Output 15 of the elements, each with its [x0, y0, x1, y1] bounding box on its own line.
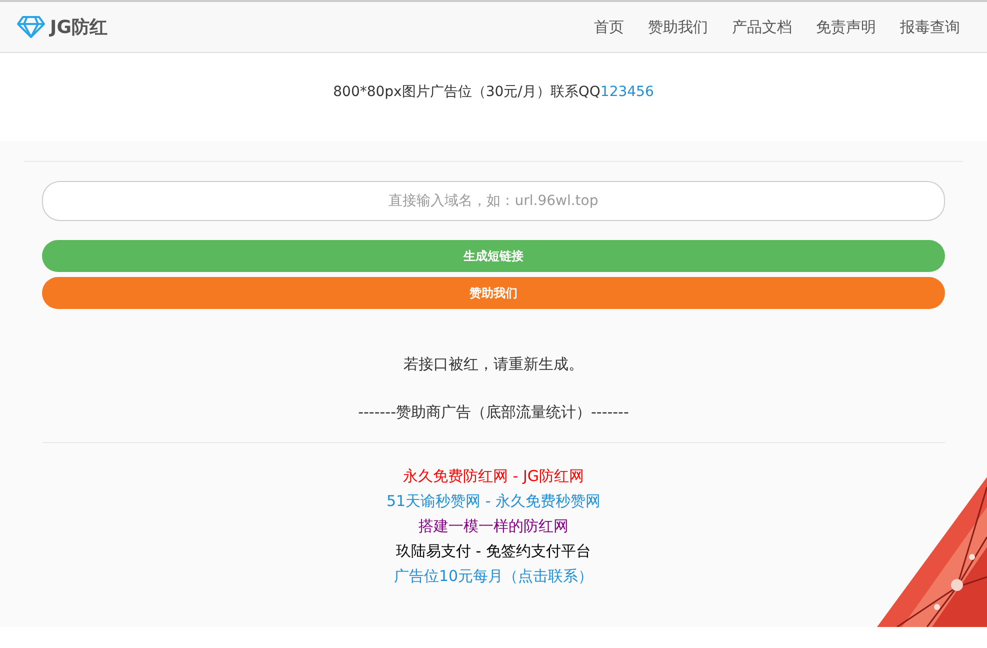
notice-text: 若接口被红，请重新生成。	[402, 355, 584, 374]
sponsor-heading: -------赞助商广告（底部流量统计）-------	[42, 403, 945, 443]
sponsor-link[interactable]: 搭建一模一样的防红网	[418, 515, 568, 537]
domain-input[interactable]: 直接输入域名，如：url.96wl.top	[42, 181, 945, 221]
brand-name[interactable]: JG防红	[50, 15, 108, 39]
nav-link[interactable]: 报毒查询	[888, 18, 972, 36]
diamond-icon	[16, 15, 46, 39]
nav-link[interactable]: 免责声明	[804, 18, 888, 36]
contact-link[interactable]: 123456	[600, 84, 654, 100]
ad-banner-text: 800*80px图片广告位（30元/月）联系QQ123456	[332, 83, 655, 102]
nav-link[interactable]: 产品文档	[720, 18, 804, 36]
sponsor-link[interactable]: 玖陆易支付 - 免签约支付平台	[396, 540, 591, 562]
nav-link[interactable]: 首页	[582, 18, 636, 36]
sponsor-link[interactable]: 永久免费防红网 - JG防红网	[403, 465, 584, 487]
nav-link[interactable]: 赞助我们	[636, 18, 720, 36]
